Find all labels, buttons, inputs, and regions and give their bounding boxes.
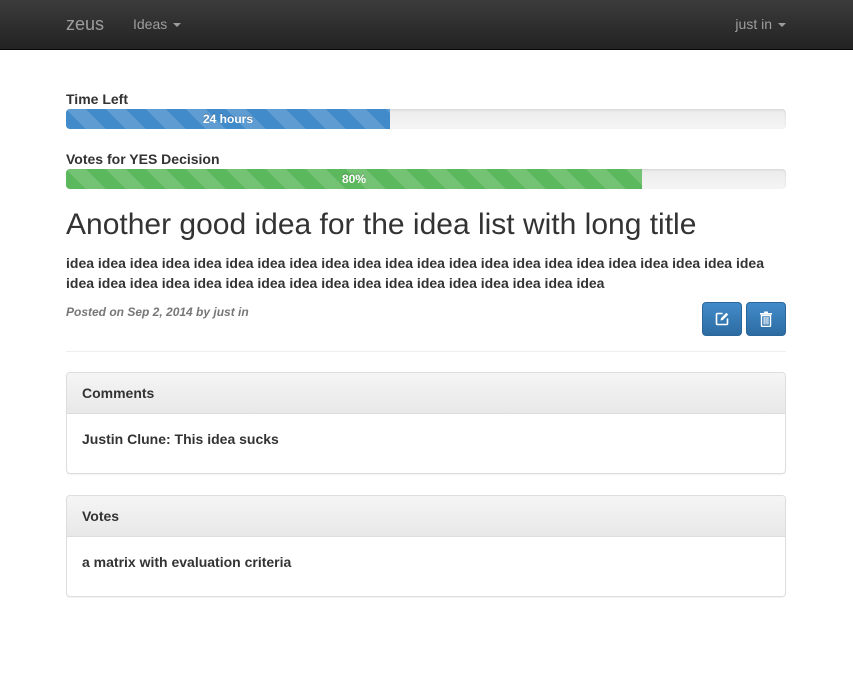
time-left-bar: 24 hours — [66, 109, 390, 129]
top-navbar: zeus Ideas just in — [0, 0, 853, 50]
comments-heading: Comments — [67, 373, 785, 414]
vote-item: a matrix with evaluation criteria — [82, 554, 292, 570]
delete-button[interactable] — [746, 302, 786, 336]
comments-body: Justin Clune: This idea sucks — [67, 414, 785, 473]
caret-down-icon — [778, 22, 786, 27]
brand-link[interactable]: zeus — [66, 14, 104, 35]
section-divider — [66, 351, 786, 352]
trash-icon — [760, 311, 772, 327]
comments-panel: Comments Justin Clune: This idea sucks — [66, 372, 786, 474]
votes-panel: Votes a matrix with evaluation criteria — [66, 495, 786, 597]
votes-yes-progress: 80% — [66, 169, 786, 189]
idea-title: Another good idea for the idea list with… — [66, 208, 697, 241]
time-left-label: Time Left — [66, 91, 128, 107]
comment-item: Justin Clune: This idea sucks — [82, 431, 279, 447]
votes-yes-label: Votes for YES Decision — [66, 151, 220, 167]
user-dropdown-label: just in — [735, 16, 772, 32]
caret-down-icon — [173, 22, 182, 27]
ideas-dropdown-label: Ideas — [133, 16, 168, 32]
votes-yes-bar: 80% — [66, 169, 642, 189]
edit-icon — [715, 312, 729, 326]
time-left-progress: 24 hours — [66, 109, 786, 129]
votes-body: a matrix with evaluation criteria — [67, 537, 785, 596]
votes-heading: Votes — [67, 496, 785, 537]
user-dropdown[interactable]: just in — [735, 16, 786, 32]
ideas-dropdown[interactable]: Ideas — [133, 16, 182, 32]
idea-description: idea idea idea idea idea idea idea idea … — [66, 255, 764, 291]
posted-meta: Posted on Sep 2, 2014 by just in — [66, 305, 249, 319]
edit-button[interactable] — [702, 302, 742, 336]
